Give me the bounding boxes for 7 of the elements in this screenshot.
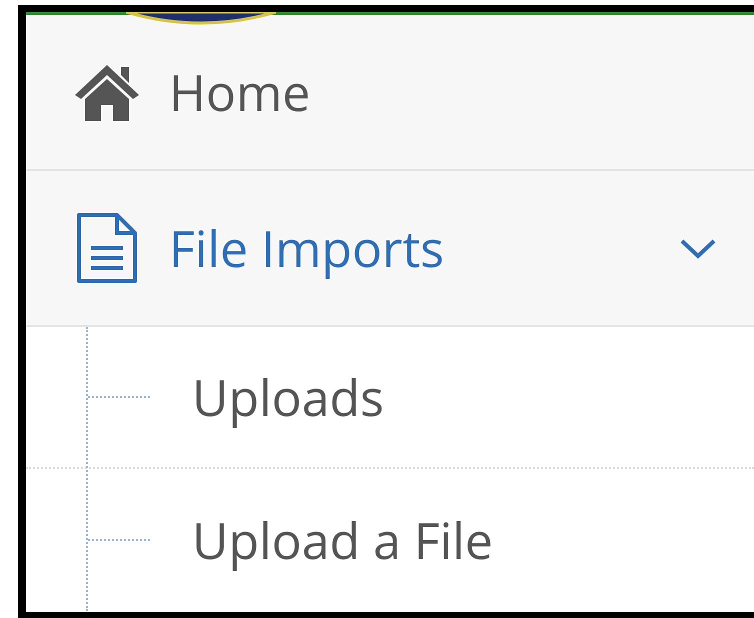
home-icon xyxy=(72,63,140,121)
sidebar-item[interactable]: File Imports xyxy=(26,171,754,327)
document-icon xyxy=(74,212,138,284)
sidebar-item[interactable]: Home xyxy=(26,15,754,171)
submenu-item[interactable]: Upload a File xyxy=(26,469,754,611)
submenu-item[interactable]: Uploads xyxy=(26,327,754,469)
logo-icon xyxy=(126,12,276,26)
